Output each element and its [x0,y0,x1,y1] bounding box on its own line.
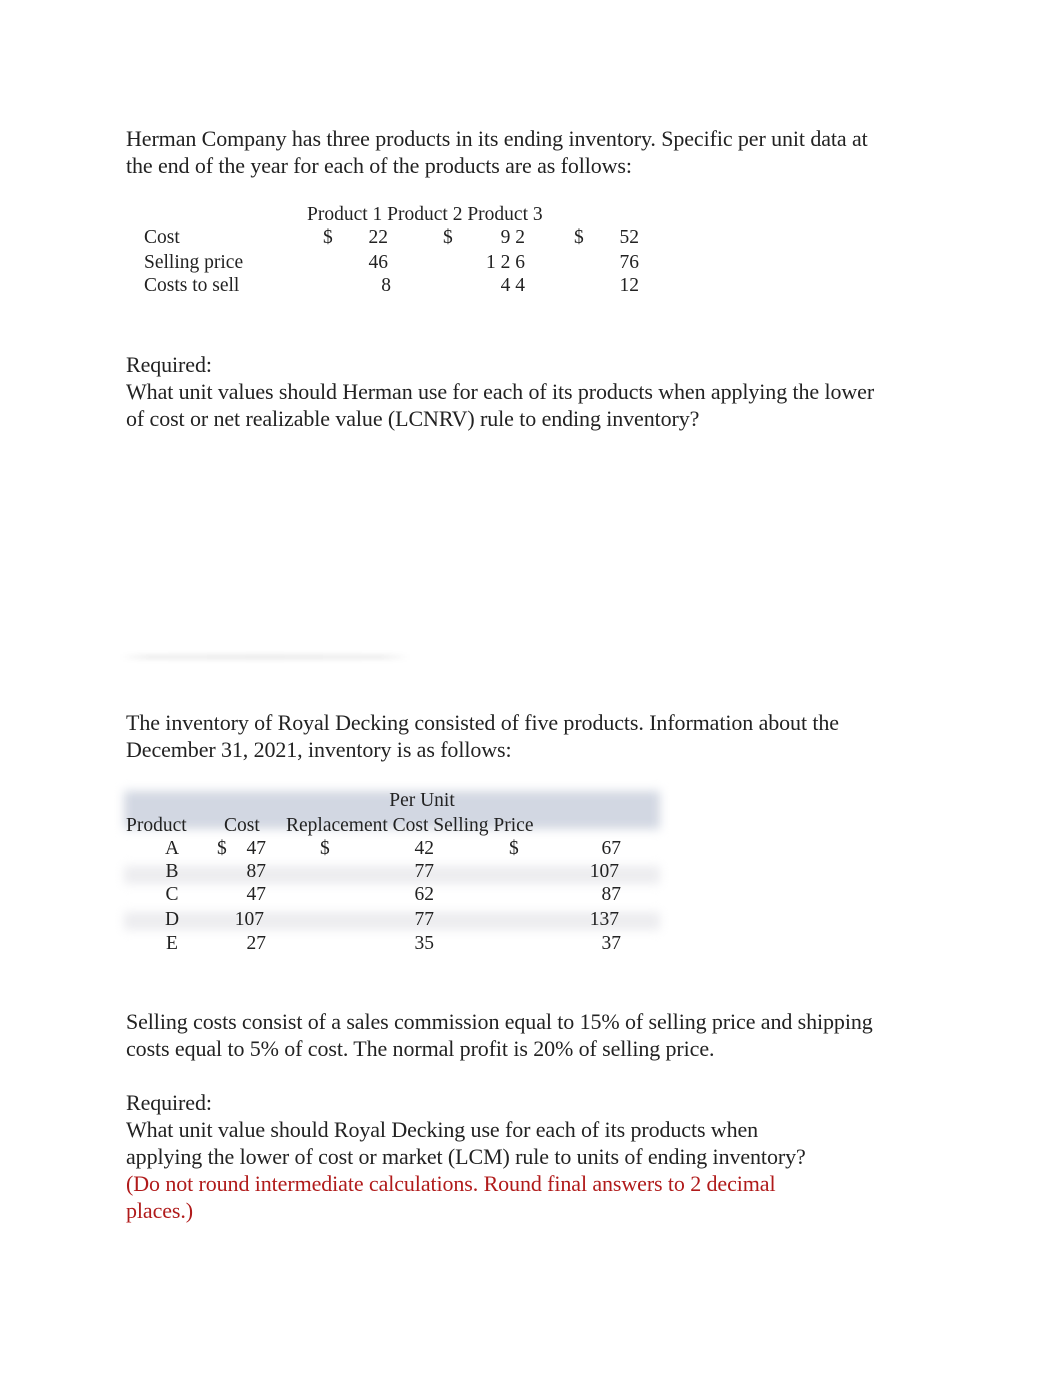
problem2-intro: The inventory of Royal Decking consisted… [126,710,839,762]
currency-symbol: $ [509,838,519,859]
product-a-cost: 47 [246,838,267,859]
product-e: E [166,933,178,954]
section-divider [120,654,410,660]
product-d-replacement-cost: 77 [414,909,435,930]
product3-cost: 52 [619,227,640,248]
product-e-selling-price: 37 [601,933,622,954]
product2-selling-price: 1 2 6 [486,252,525,273]
product3-selling-price: 76 [619,252,640,273]
product-a-selling-price: 67 [601,838,622,859]
selling-costs-note: Selling costs consist of a sales commiss… [126,1009,873,1061]
column-header-replacement-selling: Replacement Cost Selling Price [286,815,534,836]
problem2-question: What unit value should Royal Decking use… [126,1117,806,1169]
product-a-replacement-cost: 42 [414,838,435,859]
product-b-replacement-cost: 77 [414,861,435,882]
product-e-cost: 27 [246,933,267,954]
currency-symbol: $ [320,838,330,859]
product-c-cost: 47 [246,884,267,905]
problem2-required-label: Required: [126,1090,212,1115]
product-b: B [165,861,179,882]
currency-symbol: $ [323,227,333,248]
product-a: A [164,838,180,859]
product-b-cost: 87 [246,861,267,882]
currency-symbol: $ [443,227,453,248]
row-label-cost: Cost [144,227,180,248]
currency-symbol: $ [574,227,584,248]
product-c-selling-price: 87 [601,884,622,905]
product2-costs-to-sell: 4 4 [500,275,525,296]
row-label-selling-price: Selling price [144,252,244,273]
product-d-selling-price: 137 [589,909,619,930]
table-column-headers: Product 1 Product 2 Product 3 [307,204,543,225]
per-unit-group-header: Per Unit [389,790,455,811]
product-c-replacement-cost: 62 [414,884,435,905]
problem1-question: What unit values should Herman use for e… [126,379,875,431]
row-label-costs-to-sell: Costs to sell [144,275,240,296]
product-d: D [164,909,180,930]
product-d-cost: 107 [234,909,264,930]
problem1-intro: Herman Company has three products in its… [126,126,868,178]
problem1-required-label: Required: [126,352,212,377]
product-b-selling-price: 107 [589,861,619,882]
problem2-question-block: What unit value should Royal Decking use… [126,1116,826,1224]
product1-costs-to-sell: 8 [381,275,391,296]
column-header-cost: Cost [224,815,260,836]
rounding-instruction: (Do not round intermediate calculations.… [126,1171,776,1223]
product1-cost: 22 [368,227,389,248]
product3-costs-to-sell: 12 [619,275,640,296]
product-c: C [165,884,179,905]
product1-selling-price: 46 [368,252,389,273]
product-e-replacement-cost: 35 [414,933,435,954]
column-header-product: Product [126,815,187,836]
product2-cost: 9 2 [500,227,525,248]
